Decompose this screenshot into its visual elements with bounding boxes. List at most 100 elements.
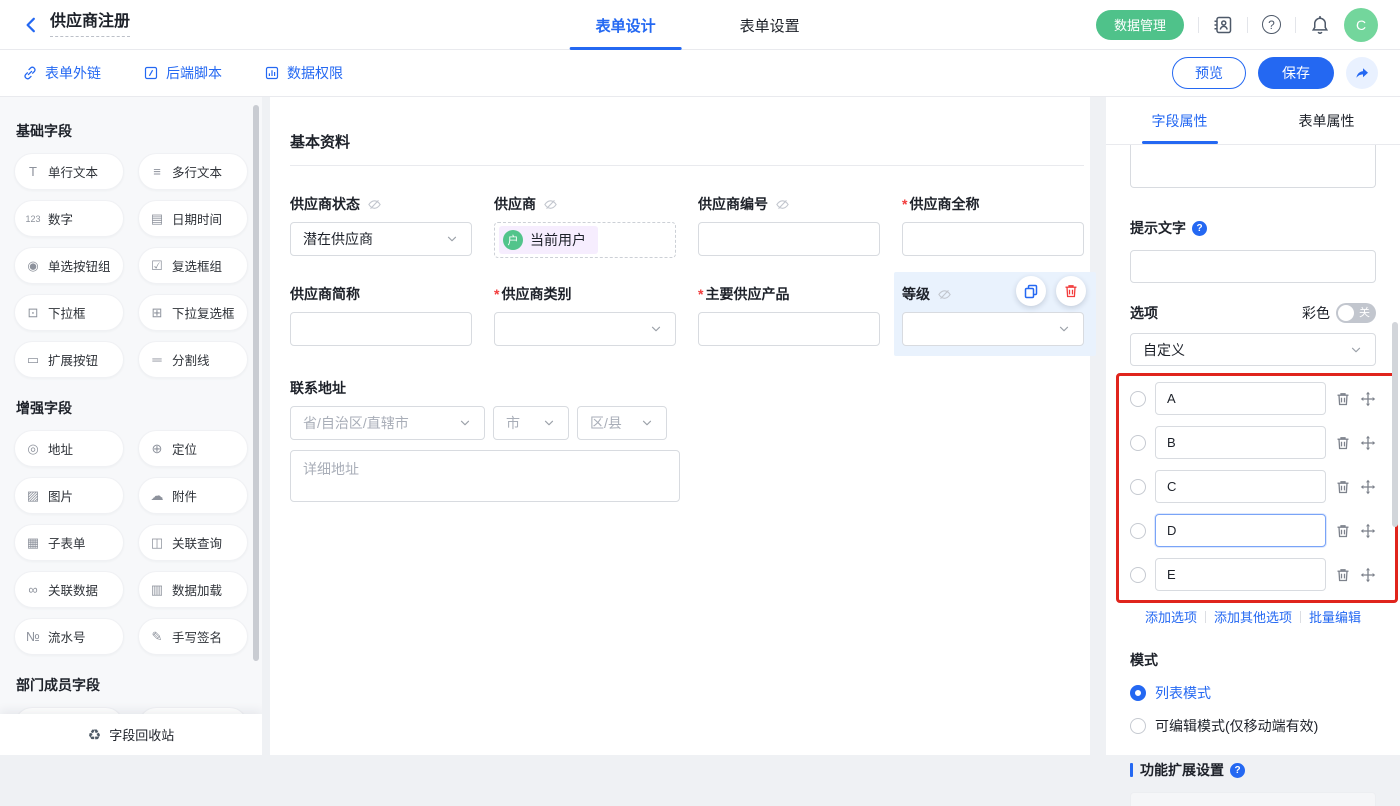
move-option-icon[interactable]	[1360, 479, 1376, 495]
option-input-c[interactable]	[1155, 470, 1326, 503]
tab-field-properties[interactable]: 字段属性	[1106, 97, 1253, 144]
option-input-b[interactable]	[1155, 426, 1326, 459]
move-option-icon[interactable]	[1360, 567, 1376, 583]
supplier-shortname-input[interactable]	[290, 312, 472, 346]
sidebar-item-image[interactable]: ▨图片	[14, 477, 124, 514]
sidebar-item-related-data[interactable]: ∞关联数据	[14, 571, 124, 608]
option-type-select[interactable]: 自定义	[1130, 333, 1376, 366]
option-radio[interactable]	[1130, 479, 1146, 495]
delete-option-icon[interactable]	[1335, 567, 1351, 583]
sidebar-item-radio-group[interactable]: ◉单选按钮组	[14, 247, 124, 284]
share-button[interactable]	[1346, 57, 1378, 89]
color-toggle[interactable]: 关	[1336, 303, 1376, 323]
sidebar-item-multi-line-text[interactable]: ≡多行文本	[138, 153, 248, 190]
district-select[interactable]: 区/县	[577, 406, 667, 440]
field-supplier[interactable]: 供应商 户 当前用户	[494, 196, 676, 258]
sidebar-item-single-line-text[interactable]: T单行文本	[14, 153, 124, 190]
move-option-icon[interactable]	[1360, 391, 1376, 407]
delete-option-icon[interactable]	[1335, 523, 1351, 539]
option-input-d[interactable]	[1155, 514, 1326, 547]
option-input-e[interactable]	[1155, 558, 1326, 591]
sidebar-item-divider-line[interactable]: ═分割线	[138, 341, 248, 378]
supplier-status-select[interactable]: 潜在供应商	[290, 222, 472, 256]
sidebar-item-number[interactable]: 123数字	[14, 200, 124, 237]
field-grid: 供应商状态 潜在供应商 供应商 户 当前用户 供应商编号	[290, 196, 1084, 346]
province-select[interactable]: 省/自治区/直辖市	[290, 406, 485, 440]
app: 供应商注册 表单设计 表单设置 数据管理 ? C 表单外链 后端脚本 数据权限	[0, 0, 1400, 755]
tab-form-settings[interactable]: 表单设置	[726, 0, 814, 50]
field-main-products[interactable]: *主要供应产品	[698, 286, 880, 346]
delete-field-button[interactable]	[1056, 276, 1086, 306]
sidebar-item-multi-dropdown[interactable]: ⊞下拉复选框	[138, 294, 248, 331]
move-option-icon[interactable]	[1360, 523, 1376, 539]
mode-list[interactable]: 列表模式	[1130, 683, 1376, 703]
option-input-a[interactable]	[1155, 382, 1326, 415]
option-radio[interactable]	[1130, 523, 1146, 539]
trash-icon	[1063, 283, 1079, 299]
sidebar-item-expand-button[interactable]: ▭扩展按钮	[14, 341, 124, 378]
move-option-icon[interactable]	[1360, 435, 1376, 451]
field-level-selected[interactable]: 等级	[894, 272, 1096, 356]
save-button[interactable]: 保存	[1258, 57, 1334, 89]
hint-text-input[interactable]	[1130, 250, 1376, 283]
field-recycle-bin[interactable]: ♻ 字段回收站	[0, 714, 262, 755]
add-option-link[interactable]: 添加选项	[1145, 607, 1197, 626]
sidebar-scrollbar[interactable]	[253, 105, 259, 661]
city-select[interactable]: 市	[493, 406, 569, 440]
field-supplier-code[interactable]: 供应商编号	[698, 196, 880, 258]
supplier-category-select[interactable]	[494, 312, 676, 346]
main-products-input[interactable]	[698, 312, 880, 346]
sidebar-item-data-load[interactable]: ▥数据加载	[138, 571, 248, 608]
field-supplier-category[interactable]: *供应商类别	[494, 286, 676, 346]
tab-form-properties[interactable]: 表单属性	[1253, 97, 1400, 144]
question-icon[interactable]: ?	[1192, 221, 1207, 236]
sidebar-item-datetime[interactable]: ▤日期时间	[138, 200, 248, 237]
sidebar-item-serial-number[interactable]: №流水号	[14, 618, 124, 655]
tab-form-design[interactable]: 表单设计	[582, 0, 670, 50]
data-permission-link[interactable]: 数据权限	[264, 63, 343, 83]
field-supplier-status[interactable]: 供应商状态 潜在供应商	[290, 196, 472, 258]
question-icon[interactable]: ?	[1230, 763, 1245, 778]
supplier-fullname-input[interactable]	[902, 222, 1084, 256]
mode-editable[interactable]: 可编辑模式(仅移动端有效)	[1130, 716, 1376, 736]
field-title-input-clipped[interactable]	[1130, 145, 1376, 188]
back-icon[interactable]	[22, 16, 40, 34]
add-other-option-link[interactable]: 添加其他选项	[1214, 607, 1292, 626]
delete-option-icon[interactable]	[1335, 479, 1351, 495]
backend-script-link[interactable]: 后端脚本	[143, 63, 222, 83]
sidebar-item-location[interactable]: ⊕定位	[138, 430, 248, 467]
option-radio[interactable]	[1130, 435, 1146, 451]
field-contact-address[interactable]: 联系地址 省/自治区/直辖市 市 区/县	[290, 380, 1084, 507]
field-supplier-shortname[interactable]: 供应商简称	[290, 286, 472, 346]
chevron-down-icon	[1057, 322, 1071, 336]
sidebar-item-related-query[interactable]: ◫关联查询	[138, 524, 248, 561]
field-action-buttons	[1016, 276, 1086, 306]
avatar[interactable]: C	[1344, 8, 1378, 42]
delete-option-icon[interactable]	[1335, 391, 1351, 407]
sidebar-item-dropdown[interactable]: ⊡下拉框	[14, 294, 124, 331]
sidebar-item-address[interactable]: ◎地址	[14, 430, 124, 467]
batch-edit-link[interactable]: 批量编辑	[1309, 607, 1361, 626]
sidebar-item-checkbox-group[interactable]: ☑复选框组	[138, 247, 248, 284]
supplier-default-box[interactable]: 户 当前用户	[494, 222, 676, 258]
delete-option-icon[interactable]	[1335, 435, 1351, 451]
form-external-link[interactable]: 表单外链	[22, 63, 101, 83]
option-radio[interactable]	[1130, 567, 1146, 583]
option-radio[interactable]	[1130, 391, 1146, 407]
copy-field-button[interactable]	[1016, 276, 1046, 306]
help-icon[interactable]: ?	[1262, 15, 1281, 34]
field-supplier-fullname[interactable]: *供应商全称	[902, 196, 1084, 258]
detail-address-textarea[interactable]	[290, 450, 680, 502]
level-select[interactable]	[902, 312, 1084, 346]
data-manage-button[interactable]: 数据管理	[1096, 10, 1184, 40]
sidebar-item-subform[interactable]: ▦子表单	[14, 524, 124, 561]
sidebar-item-signature[interactable]: ✎手写签名	[138, 618, 248, 655]
preview-button[interactable]: 预览	[1172, 57, 1246, 89]
bell-icon[interactable]	[1310, 15, 1330, 35]
image-icon: ▨	[25, 488, 41, 504]
sidebar-item-attachment[interactable]: ☁附件	[138, 477, 248, 514]
contact-book-icon[interactable]	[1213, 15, 1233, 35]
supplier-code-input[interactable]	[698, 222, 880, 256]
enhanced-field-grid: ◎地址 ⊕定位 ▨图片 ☁附件 ▦子表单 ◫关联查询 ∞关联数据 ▥数据加载 №…	[14, 430, 248, 655]
panel-scrollbar[interactable]	[1392, 322, 1398, 527]
